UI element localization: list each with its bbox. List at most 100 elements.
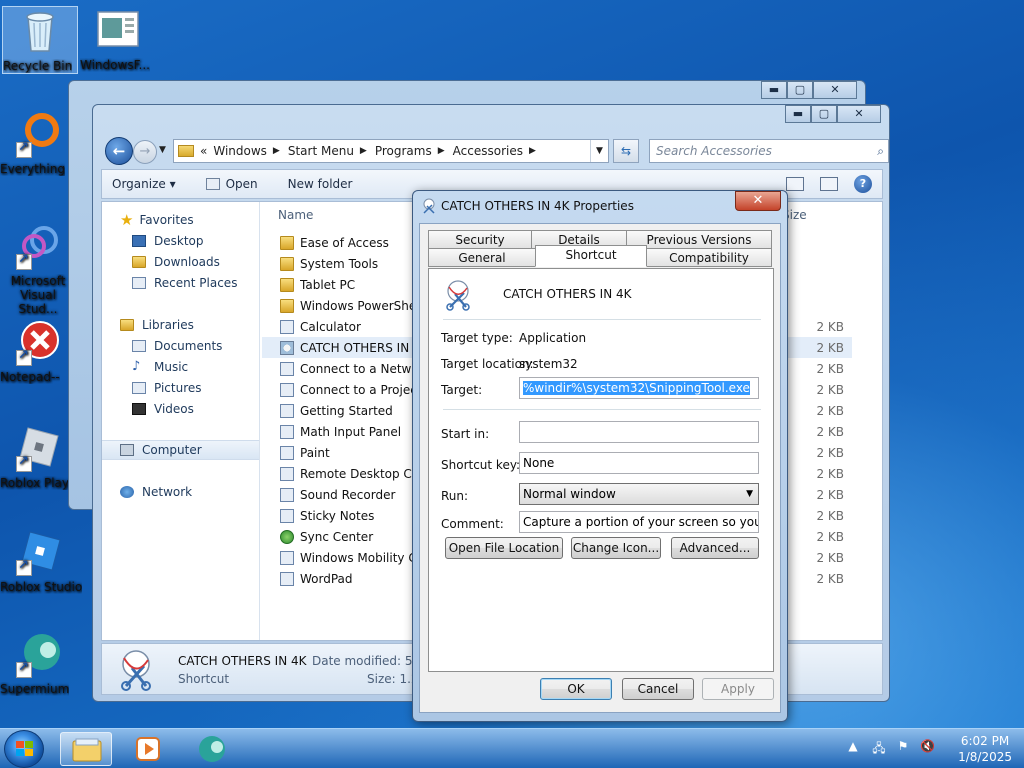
file-name: System Tools — [300, 256, 379, 271]
tab-compatibility[interactable]: Compatibility — [646, 248, 772, 267]
advanced-button[interactable]: Advanced... — [671, 537, 759, 559]
volume-muted-icon[interactable]: 🔇 — [920, 739, 935, 753]
open-file-location-button[interactable]: Open File Location — [445, 537, 563, 559]
view-options-icon[interactable] — [786, 177, 804, 191]
action-center-flag-icon[interactable]: ⚑ — [896, 739, 910, 753]
clock[interactable]: 6:02 PM 1/8/2025 — [958, 733, 1012, 765]
file-name: Sound Recorder — [300, 487, 396, 502]
refresh-button[interactable]: ⇆ — [613, 139, 639, 163]
file-name: Windows Mobility Center — [300, 550, 420, 565]
nav-pictures[interactable]: Pictures — [102, 378, 259, 398]
open-button[interactable]: Open — [205, 177, 258, 191]
nav-network[interactable]: Network — [102, 482, 259, 502]
ok-button[interactable]: OK — [540, 678, 612, 700]
desktop-icon-supermium[interactable]: Supermium — [0, 630, 76, 696]
maximize-button[interactable]: ▢ — [811, 105, 837, 123]
taskbar-supermium-button[interactable] — [186, 732, 238, 766]
target-type-value: Application — [519, 331, 587, 345]
tab-security[interactable]: Security — [428, 230, 532, 249]
roblox-studio-icon — [14, 528, 62, 576]
search-input[interactable]: Search Accessories ⌕ — [649, 139, 889, 163]
start-in-field[interactable] — [519, 421, 759, 443]
maximize-button[interactable]: ▢ — [787, 81, 813, 99]
new-folder-button[interactable]: New folder — [288, 177, 353, 191]
file-size: 2 KB — [816, 445, 844, 460]
properties-dialog[interactable]: CATCH OTHERS IN 4K Properties ✕ Security… — [412, 190, 788, 722]
file-size: 2 KB — [816, 466, 844, 481]
nav-computer[interactable]: Computer — [102, 440, 259, 460]
shortcut-key-field[interactable]: None — [519, 452, 759, 474]
nav-label: Computer — [142, 443, 202, 457]
downloads-folder-icon — [132, 256, 146, 268]
desktop-icon-visual-studio[interactable]: Microsoft Visual Stud... — [0, 222, 76, 316]
shortcut-name: CATCH OTHERS IN 4K — [503, 287, 632, 301]
open-icon — [205, 178, 220, 190]
tab-general[interactable]: General — [428, 248, 536, 267]
file-size: 2 KB — [816, 361, 844, 376]
breadcrumb-accessories[interactable]: Accessories — [453, 144, 523, 158]
chevron-right-icon[interactable]: ▶ — [438, 146, 445, 156]
recent-pages-dropdown[interactable]: ▼ — [159, 145, 166, 155]
close-button[interactable]: ✕ — [735, 191, 781, 211]
chevron-right-icon[interactable]: ▶ — [360, 146, 367, 156]
cancel-button[interactable]: Cancel — [622, 678, 694, 700]
nav-videos[interactable]: Videos — [102, 399, 259, 419]
file-name: Connect to a Projector — [300, 382, 420, 397]
close-button[interactable]: ✕ — [813, 81, 857, 99]
forward-button[interactable]: → — [133, 140, 157, 164]
breadcrumb-overflow[interactable]: « — [200, 144, 207, 158]
network-status-icon[interactable]: 🖧 — [872, 739, 886, 755]
nav-recent-places[interactable]: Recent Places — [102, 273, 259, 293]
nav-favorites[interactable]: ★ Favorites — [102, 210, 259, 230]
nav-music[interactable]: ♪ Music — [102, 357, 259, 377]
change-icon-button[interactable]: Change Icon... — [571, 537, 661, 559]
preview-pane-icon[interactable] — [820, 177, 838, 191]
start-button[interactable] — [4, 730, 44, 768]
divider — [443, 319, 761, 320]
nav-downloads[interactable]: Downloads — [102, 252, 259, 272]
file-name: Remote Desktop Connection — [300, 466, 420, 481]
desktop-icon-label: Recycle Bin — [3, 59, 73, 73]
address-bar[interactable]: « Windows ▶ Start Menu ▶ Programs ▶ Acce… — [173, 139, 609, 163]
nav-desktop[interactable]: Desktop — [102, 231, 259, 251]
run-select[interactable]: Normal window ▼ — [519, 483, 759, 505]
back-button[interactable]: ← — [105, 137, 133, 165]
chevron-right-icon[interactable]: ▶ — [529, 146, 536, 156]
chevron-right-icon[interactable]: ▶ — [273, 146, 280, 156]
shortcut-arrow-icon — [16, 140, 32, 158]
desktop-icon-windowsf[interactable]: WindowsF... — [80, 6, 156, 72]
taskbar-explorer-button[interactable] — [60, 732, 112, 766]
desktop-icon-everything[interactable]: Everything — [0, 110, 76, 176]
search-icon[interactable]: ⌕ — [877, 140, 884, 162]
minimize-button[interactable]: ▬ — [761, 81, 787, 99]
desktop-icon-roblox-studio[interactable]: Roblox Studio — [0, 528, 82, 594]
desktop-icon-roblox-player[interactable]: Roblox Player — [0, 424, 81, 490]
tab-previous-versions[interactable]: Previous Versions — [626, 230, 772, 249]
details-file-type: Shortcut — [178, 672, 230, 686]
nav-label: Recent Places — [154, 276, 238, 290]
tab-shortcut[interactable]: Shortcut — [535, 245, 647, 267]
organize-button[interactable]: Organize ▾ — [112, 177, 176, 191]
comment-field[interactable]: Capture a portion of your screen so you … — [519, 511, 759, 533]
videos-icon — [132, 403, 146, 415]
minimize-button[interactable]: ▬ — [785, 105, 811, 123]
nav-documents[interactable]: Documents — [102, 336, 259, 356]
column-header-name[interactable]: Name — [278, 208, 313, 222]
file-name: Ease of Access — [300, 235, 389, 250]
nav-label: Videos — [154, 402, 194, 416]
close-button[interactable]: ✕ — [837, 105, 881, 123]
breadcrumb-start-menu[interactable]: Start Menu — [288, 144, 354, 158]
target-location-value: system32 — [519, 357, 578, 371]
breadcrumb-programs[interactable]: Programs — [375, 144, 432, 158]
calculator-icon — [280, 319, 294, 334]
nav-libraries[interactable]: Libraries — [102, 315, 259, 335]
taskbar-media-player-button[interactable] — [122, 732, 174, 766]
help-icon[interactable]: ? — [854, 175, 872, 193]
desktop-icon-recycle-bin[interactable]: Recycle Bin — [2, 6, 78, 74]
target-field[interactable]: %windir%\system32\SnippingTool.exe — [519, 377, 759, 399]
show-hidden-icons-icon[interactable]: ▲ — [846, 739, 860, 753]
apply-button[interactable]: Apply — [702, 678, 774, 700]
desktop-icon-notepad[interactable]: Notepad-- — [0, 318, 76, 384]
address-dropdown-button[interactable]: ▼ — [590, 140, 608, 162]
breadcrumb-windows[interactable]: Windows — [213, 144, 267, 158]
